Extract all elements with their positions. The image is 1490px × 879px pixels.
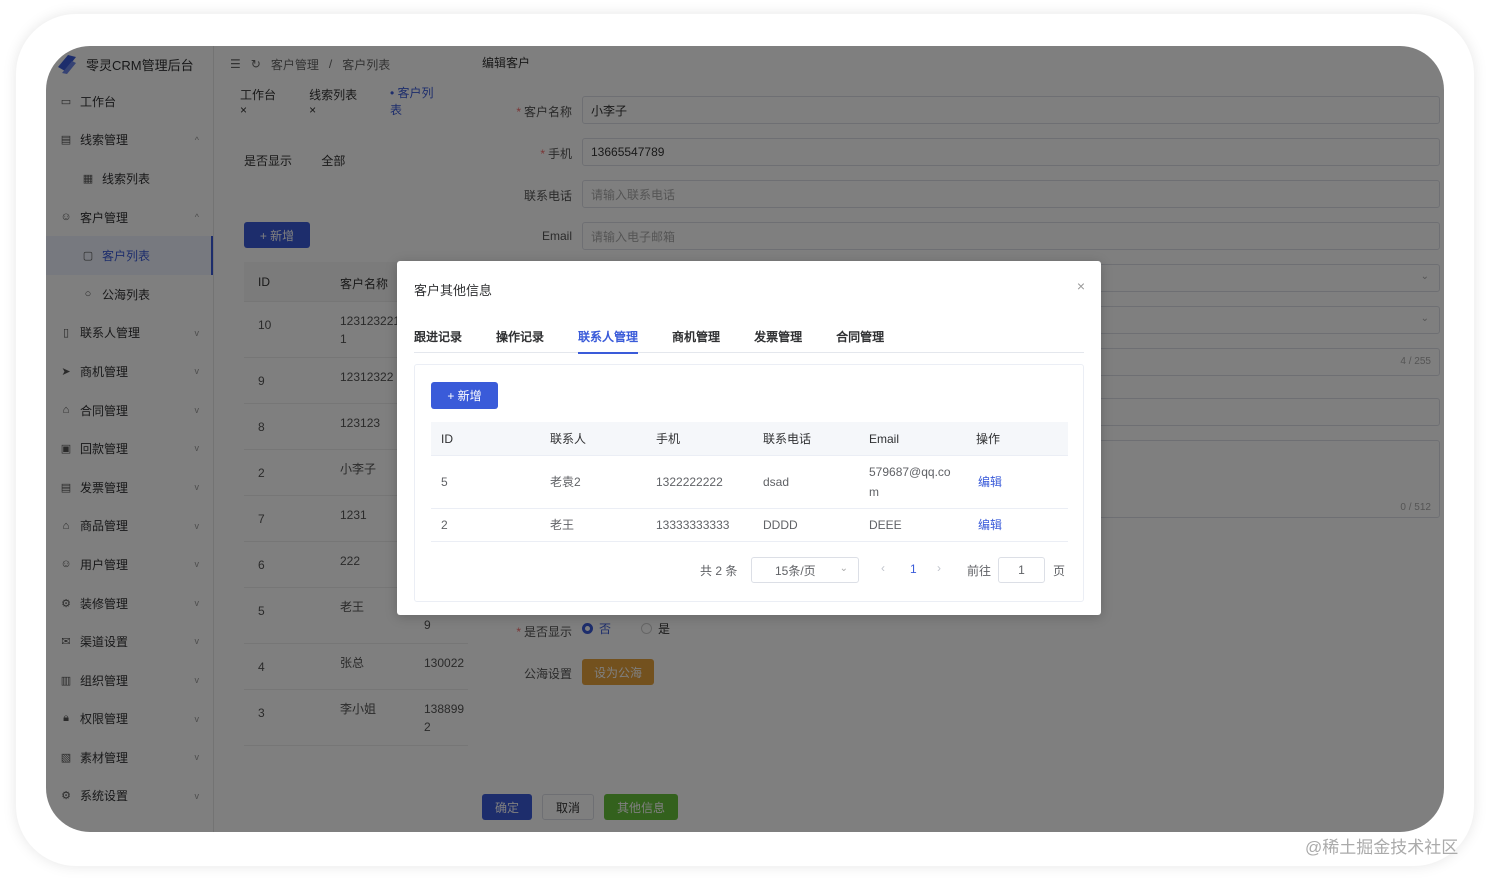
watermark: @稀土掘金技术社区 <box>1305 838 1459 857</box>
page-number[interactable]: 1 <box>910 562 917 576</box>
cell-id: 2 <box>441 518 448 532</box>
close-icon[interactable]: × <box>1077 278 1085 294</box>
cell-id: 5 <box>441 475 448 489</box>
chevron-down-icon: ⌄ <box>839 563 848 574</box>
other-info-dialog: 客户其他信息 × 跟进记录 操作记录 联系人管理 商机管理 发票管理 合同管理 … <box>397 261 1101 615</box>
goto-page-input[interactable]: 1 <box>998 557 1045 583</box>
goto-label: 前往 <box>967 564 992 578</box>
cell-mobile: 13333333333 <box>656 518 730 532</box>
cell-contact: 老袁2 <box>550 475 581 489</box>
contacts-table: ID 联系人 手机 联系电话 Email 操作 5 老袁2 1322222222… <box>431 422 1068 542</box>
cell-email: 579687@qq.com <box>869 465 951 499</box>
next-page-icon[interactable]: › <box>937 561 941 575</box>
tab-business[interactable]: 商机管理 <box>672 319 720 353</box>
table-row: 5 老袁2 1322222222 dsad 579687@qq.com 编辑 <box>431 456 1068 509</box>
table-row: 2 老王 13333333333 DDDD DEEE 编辑 <box>431 509 1068 542</box>
add-contact-button[interactable]: + 新增 <box>431 382 498 409</box>
page-suffix: 页 <box>1053 564 1066 578</box>
col-id: ID <box>441 432 453 446</box>
edit-link[interactable]: 编辑 <box>978 472 1002 492</box>
tab-operation[interactable]: 操作记录 <box>496 319 544 353</box>
col-email: Email <box>869 432 900 446</box>
pagination: 共 2 条 15条/页 ⌄ ‹ 1 › 前往 1 页 <box>415 557 1065 583</box>
table-header: ID 联系人 手机 联系电话 Email 操作 <box>431 422 1068 456</box>
pager-total: 共 2 条 <box>700 564 738 578</box>
tab-contacts[interactable]: 联系人管理 <box>578 319 639 354</box>
cell-tel: dsad <box>763 475 790 489</box>
page-size-select[interactable]: 15条/页 ⌄ <box>751 557 859 583</box>
edit-link[interactable]: 编辑 <box>978 515 1002 535</box>
dialog-title: 客户其他信息 <box>414 283 493 298</box>
cell-email: DEEE <box>869 518 902 532</box>
prev-page-icon[interactable]: ‹ <box>881 561 885 575</box>
cell-contact: 老王 <box>550 518 575 532</box>
page-size-value: 15条/页 <box>775 563 816 578</box>
tab-contract[interactable]: 合同管理 <box>836 319 884 353</box>
col-contact: 联系人 <box>550 432 587 446</box>
col-tel: 联系电话 <box>763 432 812 446</box>
col-mobile: 手机 <box>656 432 681 446</box>
cell-tel: DDDD <box>763 518 798 532</box>
dialog-tabs: 跟进记录 操作记录 联系人管理 商机管理 发票管理 合同管理 <box>414 319 1084 354</box>
cell-mobile: 1322222222 <box>656 475 723 489</box>
col-action: 操作 <box>976 432 1001 446</box>
contacts-card: + 新增 ID 联系人 手机 联系电话 Email 操作 5 老袁2 13222… <box>414 364 1084 602</box>
tab-follow[interactable]: 跟进记录 <box>414 319 462 353</box>
tab-invoice[interactable]: 发票管理 <box>754 319 802 353</box>
